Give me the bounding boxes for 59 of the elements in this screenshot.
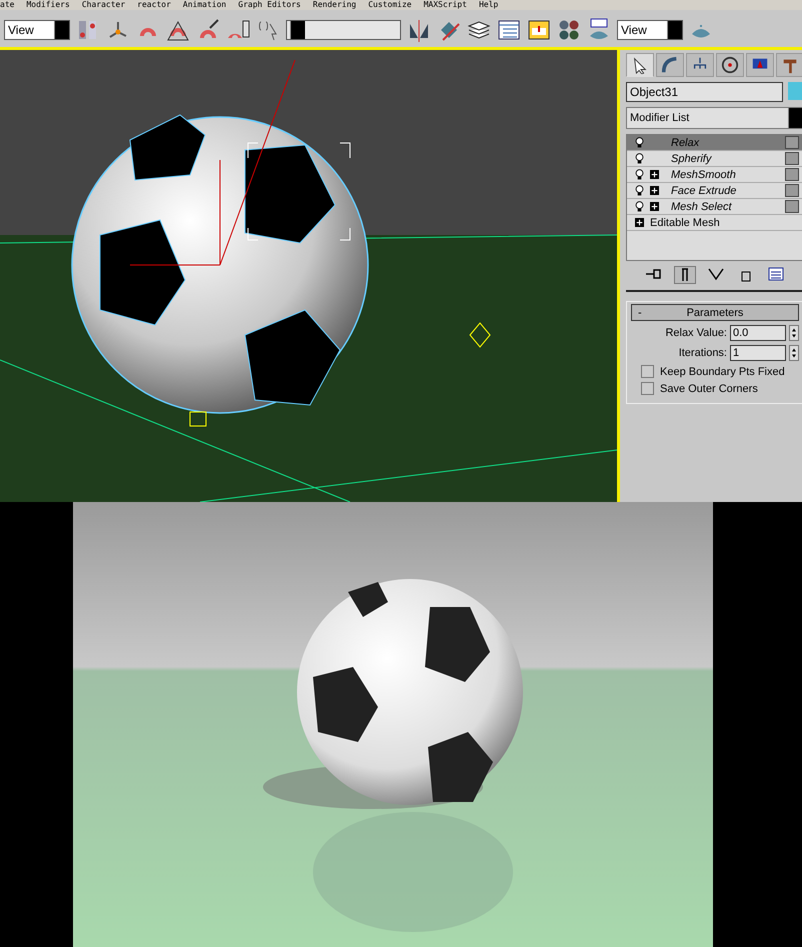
object-name-field[interactable]: Object31: [626, 82, 783, 102]
spinner-field[interactable]: 0.0: [730, 325, 786, 341]
panel-tab[interactable]: [626, 53, 654, 77]
checkbox-label: Save Outer Corners: [660, 382, 758, 394]
menu-item[interactable]: MAXScript: [424, 0, 467, 10]
checkbox-label: Keep Boundary Pts Fixed: [660, 366, 785, 378]
menu-item[interactable]: ate: [0, 0, 14, 10]
modifier-toggle-box[interactable]: [785, 136, 799, 149]
expand-icon[interactable]: [650, 170, 659, 179]
mirror-icon[interactable]: [407, 18, 431, 42]
spinner-field[interactable]: 1: [730, 345, 786, 361]
configure-sets-icon[interactable]: [766, 266, 786, 282]
selection-set-dropdown[interactable]: [286, 20, 401, 40]
modifier-list-dropdown[interactable]: Modifier List: [626, 107, 802, 129]
modifier-stack-item[interactable]: Mesh Select: [627, 199, 802, 215]
modifier-toggle-box[interactable]: [785, 200, 799, 213]
track-view-icon[interactable]: [497, 18, 521, 42]
modifier-toggle-box[interactable]: [785, 152, 799, 165]
modifier-stack-item[interactable]: MeshSmooth: [627, 167, 802, 183]
wheel-icon: [721, 56, 739, 74]
menu-item[interactable]: Character: [82, 0, 126, 10]
rollout-title-bar[interactable]: - Parameters: [631, 304, 799, 321]
create-icon: [631, 56, 649, 74]
lightbulb-icon[interactable]: [635, 153, 644, 164]
lightbulb-icon[interactable]: [635, 169, 644, 180]
panel-tab[interactable]: [686, 53, 714, 77]
spinner-label: Relax Value:: [665, 327, 727, 339]
spinner-label: Iterations:: [678, 347, 727, 359]
menu-item[interactable]: reactor: [137, 0, 171, 10]
curve-icon: [661, 56, 679, 74]
checkbox[interactable]: [641, 382, 654, 395]
object-color-swatch[interactable]: [788, 82, 802, 100]
expand-icon[interactable]: [650, 202, 659, 211]
checkbox[interactable]: [641, 365, 654, 378]
modifier-toggle-box[interactable]: [785, 184, 799, 197]
expand-icon[interactable]: [650, 186, 659, 195]
view-dropdown[interactable]: View: [4, 20, 70, 40]
schematic-icon[interactable]: [527, 18, 551, 42]
expand-icon[interactable]: [635, 218, 644, 227]
panel-tab[interactable]: [716, 53, 744, 77]
material-spheres-icon[interactable]: [557, 18, 581, 42]
lightbulb-icon[interactable]: [635, 201, 644, 212]
lightbulb-icon[interactable]: [635, 137, 644, 148]
lightbulb-icon[interactable]: [635, 185, 644, 196]
menu-item[interactable]: Help: [478, 0, 498, 10]
menu-item[interactable]: Animation: [182, 0, 226, 10]
menu-item[interactable]: Modifiers: [26, 0, 70, 10]
show-end-result-icon[interactable]: [674, 266, 696, 284]
modifier-stack-item[interactable]: Editable Mesh: [627, 215, 802, 231]
modifier-stack-item[interactable]: Spherify: [627, 151, 802, 167]
menu-item[interactable]: Graph Editors: [238, 0, 301, 10]
spinner-arrows[interactable]: [789, 345, 799, 361]
render-view-dropdown[interactable]: View: [617, 20, 683, 40]
menu-item[interactable]: Rendering: [312, 0, 356, 10]
menu-item[interactable]: Customize: [368, 0, 412, 10]
modifier-toggle-box[interactable]: [785, 168, 799, 181]
modifier-stack-item[interactable]: Face Extrude: [627, 183, 802, 199]
spinner-arrows[interactable]: [789, 325, 799, 341]
modifier-stack-item[interactable]: Relax: [627, 135, 802, 151]
